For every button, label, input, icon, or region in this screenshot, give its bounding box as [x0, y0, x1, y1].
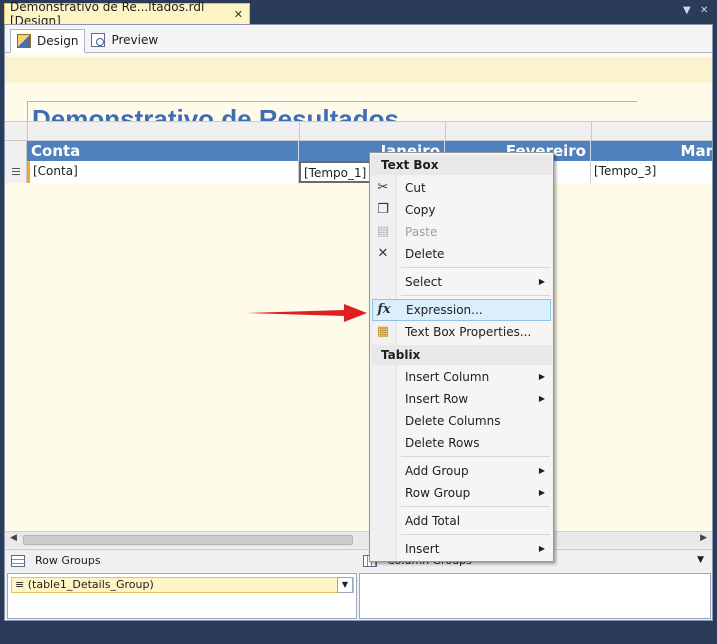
row-groups-icon	[11, 554, 25, 567]
context-item-insert-column[interactable]: Insert Column ▶	[370, 366, 553, 388]
window-dropdown-icon[interactable]: ▼	[683, 5, 691, 16]
context-item-delete-label: Delete	[405, 247, 445, 261]
column-handle-separator	[591, 122, 592, 140]
page-header-band	[5, 57, 712, 83]
scrollbar-thumb[interactable]	[23, 535, 353, 545]
delete-icon: ✕	[377, 246, 389, 261]
context-item-delete-columns-label: Delete Columns	[405, 414, 501, 428]
context-item-expression[interactable]: fx Expression...	[372, 299, 551, 321]
submenu-arrow-icon: ▶	[538, 544, 545, 553]
context-item-insert-row-label: Insert Row	[405, 392, 469, 406]
context-item-add-group-label: Add Group	[405, 464, 469, 478]
chevron-down-icon[interactable]: ▼	[697, 555, 704, 565]
context-separator	[401, 534, 550, 535]
view-tabs: Design Preview	[5, 25, 712, 53]
column-handle-separator	[299, 122, 300, 140]
context-item-insert-label: Insert	[405, 542, 440, 556]
row-groups-label: Row Groups	[35, 554, 101, 567]
context-item-add-group[interactable]: Add Group ▶	[370, 460, 553, 482]
submenu-arrow-icon: ▶	[538, 488, 545, 497]
red-arrow-annotation	[246, 304, 367, 322]
expression-fx-icon: fx	[377, 302, 391, 317]
properties-icon: ▦	[376, 324, 390, 339]
context-item-select[interactable]: Select ▶	[370, 271, 553, 293]
tab-preview-label: Preview	[111, 33, 159, 47]
context-item-row-group[interactable]: Row Group ▶	[370, 482, 553, 504]
tab-design[interactable]: Design	[10, 29, 86, 53]
design-surface[interactable]: Demonstrativo de Resultados Conta Janeir…	[5, 53, 712, 531]
context-item-add-total-label: Add Total	[405, 514, 461, 528]
context-separator	[401, 456, 550, 457]
submenu-arrow-icon: ▶	[538, 394, 545, 403]
copy-icon: ❐	[377, 202, 389, 217]
column-groups-pane	[359, 573, 711, 619]
scroll-right-icon[interactable]: ▶	[700, 533, 707, 543]
tab-preview[interactable]: Preview	[85, 28, 164, 52]
row-groups-header: Row Groups	[11, 554, 101, 567]
context-item-delete-columns[interactable]: Delete Columns	[370, 410, 553, 432]
data-cell-conta[interactable]: [Conta]	[27, 161, 299, 183]
context-item-textbox-properties[interactable]: ▦ Text Box Properties...	[370, 321, 553, 343]
context-separator	[401, 506, 550, 507]
submenu-arrow-icon: ▶	[538, 372, 545, 381]
tab-design-label: Design	[37, 34, 79, 48]
context-item-delete-rows-label: Delete Rows	[405, 436, 480, 450]
column-handle-separator	[445, 122, 446, 140]
preview-icon	[91, 33, 106, 47]
details-row-icon	[12, 168, 20, 175]
context-item-cut[interactable]: ✂ Cut	[370, 177, 553, 199]
window-close-icon[interactable]: ✕	[700, 5, 708, 16]
context-item-add-total[interactable]: Add Total	[370, 510, 553, 532]
context-item-cut-label: Cut	[405, 181, 426, 195]
close-icon[interactable]: ✕	[234, 8, 243, 21]
row-group-dropdown-icon[interactable]: ▼	[337, 577, 353, 593]
context-separator	[401, 295, 550, 296]
context-item-delete-rows[interactable]: Delete Rows	[370, 432, 553, 454]
context-item-insert-row[interactable]: Insert Row ▶	[370, 388, 553, 410]
data-cell-tempo-3[interactable]: [Tempo_3]	[591, 161, 712, 183]
horizontal-scrollbar[interactable]: ◀ ▶	[5, 531, 712, 547]
document-tab[interactable]: Demonstrativo de Re...ltados.rdl [Design…	[4, 0, 250, 28]
context-item-copy[interactable]: ❐ Copy	[370, 199, 553, 221]
context-item-delete[interactable]: ✕ Delete	[370, 243, 553, 265]
context-item-insert[interactable]: Insert ▶	[370, 538, 553, 560]
context-separator	[401, 267, 550, 268]
row-group-label: (table1_Details_Group)	[27, 578, 154, 591]
submenu-arrow-icon: ▶	[538, 466, 545, 475]
context-item-textbox-properties-label: Text Box Properties...	[405, 325, 532, 339]
header-cell-conta[interactable]: Conta	[27, 141, 299, 161]
context-item-expression-label: Expression...	[406, 303, 483, 317]
report-title[interactable]: Demonstrativo de Resultados	[27, 101, 637, 121]
paste-icon: ▤	[376, 224, 390, 239]
context-item-select-label: Select	[405, 275, 443, 289]
row-group-prefix-icon: ≡	[15, 578, 25, 591]
row-groups-pane: ≡ (table1_Details_Group) ▼	[7, 573, 357, 619]
row-handles[interactable]	[5, 141, 27, 183]
row-group-item[interactable]: ≡ (table1_Details_Group) ▼	[11, 577, 354, 593]
context-item-paste-label: Paste	[405, 225, 438, 239]
groups-header: Row Groups Column Groups ▼	[5, 549, 712, 571]
header-cell-mar[interactable]: Mar	[591, 141, 712, 161]
column-handle-separator	[27, 122, 28, 140]
context-section-textbox: Text Box	[371, 155, 552, 175]
column-handles[interactable]	[5, 121, 712, 141]
cut-icon: ✂	[377, 180, 389, 195]
scroll-left-icon[interactable]: ◀	[10, 533, 17, 543]
design-icon	[17, 34, 31, 48]
context-section-tablix: Tablix	[371, 345, 552, 365]
submenu-arrow-icon: ▶	[538, 277, 545, 286]
context-item-insert-column-label: Insert Column	[405, 370, 490, 384]
context-item-paste[interactable]: ▤ Paste	[370, 221, 553, 243]
context-item-row-group-label: Row Group	[405, 486, 471, 500]
context-menu: Text Box ✂ Cut ❐ Copy ▤ Paste ✕ Delete S…	[369, 152, 554, 562]
context-item-copy-label: Copy	[405, 203, 436, 217]
